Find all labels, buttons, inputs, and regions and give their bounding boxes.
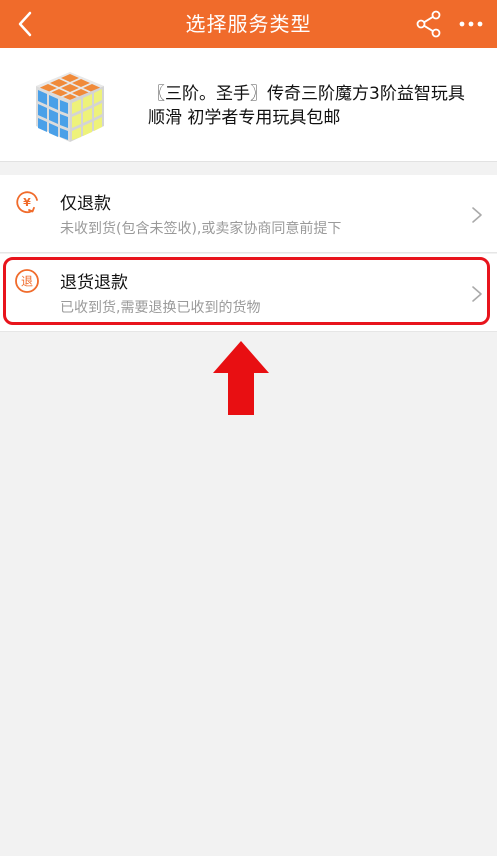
top-nav-bar: 选择服务类型 (0, 0, 497, 48)
option-description: 未收到货(包含未签收),或卖家协商同意前提下 (60, 221, 342, 237)
more-dots-icon[interactable] (456, 9, 486, 39)
yen-refund-icon: ¥ (16, 191, 38, 214)
share-icon[interactable] (414, 9, 444, 39)
product-title: 〖三阶。圣手〗传奇三阶魔方3阶益智玩具顺滑 初学者专用玩具包邮 (148, 84, 465, 128)
rubiks-cube-image (36, 72, 104, 142)
up-arrow-icon (213, 341, 269, 415)
product-card: 〖三阶。圣手〗传奇三阶魔方3阶益智玩具顺滑 初学者专用玩具包邮 (0, 48, 497, 162)
refund-only-option[interactable]: ¥ 仅退款 未收到货(包含未签收),或卖家协商同意前提下 (0, 175, 497, 253)
svg-text:¥: ¥ (23, 196, 31, 209)
chevron-right-icon (472, 207, 482, 223)
highlight-box (3, 257, 490, 325)
option-title: 仅退款 (60, 194, 111, 214)
